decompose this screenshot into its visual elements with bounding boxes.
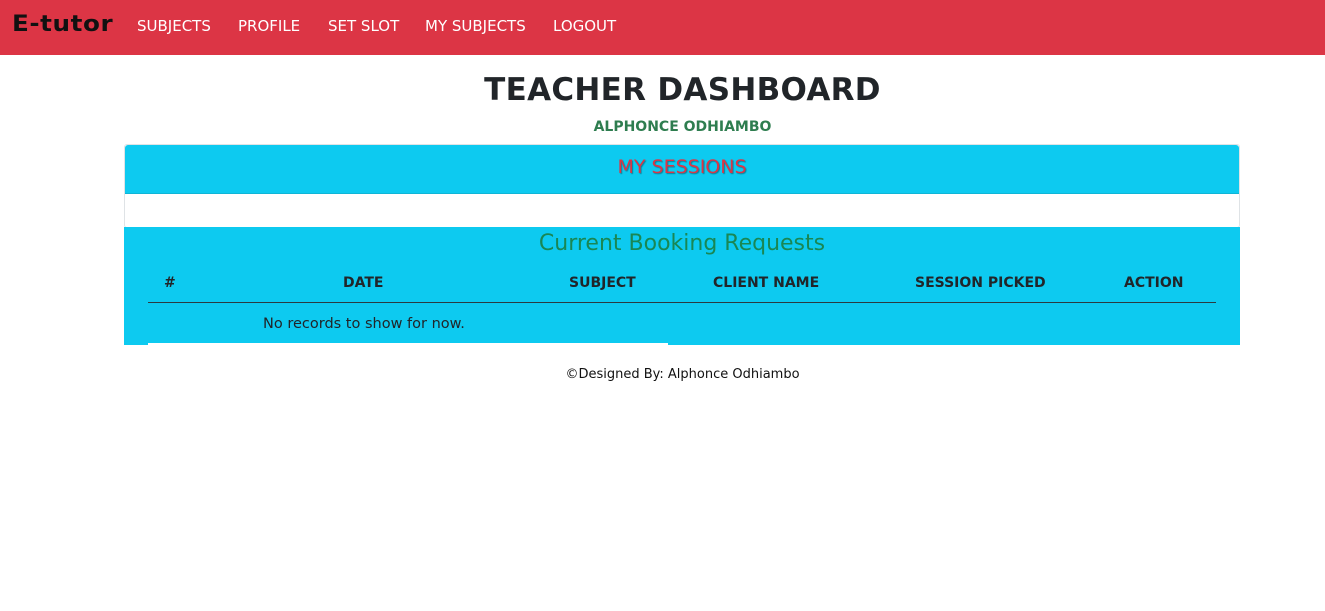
sessions-title: MY SESSIONS [617, 156, 747, 178]
table-header-divider [148, 302, 1216, 303]
sessions-card-header: MY SESSIONS [125, 145, 1239, 194]
empty-records-message: No records to show for now. [263, 316, 465, 332]
column-header-action: ACTION [1124, 275, 1184, 291]
page-title: TEACHER DASHBOARD [484, 72, 881, 108]
column-header-client-name: CLIENT NAME [713, 275, 820, 291]
footer-credit: ©Designed By: Alphonce Odhiambo [565, 367, 800, 382]
brand-logo[interactable]: E-tutor [12, 12, 113, 37]
sessions-card: MY SESSIONS [124, 144, 1240, 228]
empty-row-underline [148, 343, 668, 345]
nav-link-subjects[interactable]: SUBJECTS [137, 17, 211, 35]
booking-requests-title: Current Booking Requests [538, 231, 826, 256]
nav-link-profile[interactable]: PROFILE [238, 17, 300, 35]
nav-link-my-subjects[interactable]: MY SUBJECTS [425, 17, 526, 35]
column-header-number: # [164, 275, 176, 291]
booking-requests-panel: Current Booking Requests # DATE SUBJECT … [124, 227, 1240, 345]
teacher-name: ALPHONCE ODHIAMBO [593, 119, 772, 135]
top-navbar: E-tutor SUBJECTS PROFILE SET SLOT MY SUB… [0, 0, 1325, 55]
column-header-session-picked: SESSION PICKED [915, 275, 1046, 291]
nav-link-logout[interactable]: LOGOUT [553, 17, 616, 35]
column-header-date: DATE [343, 275, 384, 291]
column-header-subject: SUBJECT [569, 275, 636, 291]
nav-link-set-slot[interactable]: SET SLOT [328, 17, 399, 35]
